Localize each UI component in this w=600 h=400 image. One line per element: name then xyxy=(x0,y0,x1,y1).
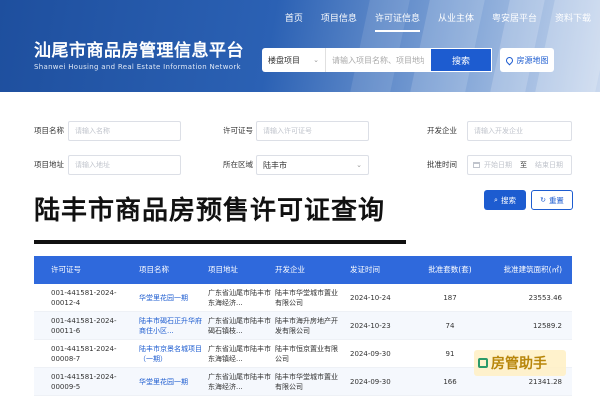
cell-area: 21341.28 xyxy=(528,377,562,386)
search-icon: ⌕ xyxy=(494,195,498,204)
column-header: 发证时间 xyxy=(350,265,380,274)
table-row: 001-441581-2024-00011-6 陆丰市碣石正升华府商住小区...… xyxy=(34,312,572,340)
cell-issue-date: 2024-09-30 xyxy=(350,349,391,358)
column-header: 许可证号 xyxy=(51,265,81,274)
column-header: 批准建筑面积(㎡) xyxy=(503,265,562,274)
search-type-select[interactable]: 楼盘项目 ⌄ xyxy=(262,48,326,72)
nav-home[interactable]: 首页 xyxy=(276,12,312,26)
filter-reset-label: 重置 xyxy=(548,195,564,205)
overlay-title: 陆丰市商品房预售许可证查询 xyxy=(34,196,386,226)
cell-area: 12589.2 xyxy=(533,321,562,330)
filter-reset-button[interactable]: ↻ 重置 xyxy=(531,190,573,210)
nav-yueanju-platform[interactable]: 粤安居平台 xyxy=(483,12,546,26)
table-row: 001-441581-2024-00012-4 华堂里花园一期 广东省汕尾市陆丰… xyxy=(34,284,572,312)
cell-address: 广东省汕尾市陆丰市东海镇经... xyxy=(208,344,271,363)
calendar-icon xyxy=(473,162,480,168)
cell-units: 91 xyxy=(445,349,455,358)
chevron-down-icon: ⌄ xyxy=(313,56,319,64)
cell-project-name-link[interactable]: 华堂里花园一期 xyxy=(139,293,208,303)
project-name-label: 项目名称 xyxy=(34,126,64,135)
filter-row: 项目名称 许可证号 开发企业 xyxy=(0,120,600,142)
chevron-down-icon: ⌄ xyxy=(356,161,362,169)
cell-issue-date: 2024-10-24 xyxy=(350,293,391,302)
refresh-icon: ↻ xyxy=(540,196,546,204)
header-search-button[interactable]: 搜索 xyxy=(430,48,492,72)
watermark-badge: 房管助手 xyxy=(474,350,566,376)
region-select[interactable]: 陆丰市 ⌄ xyxy=(256,155,369,175)
filter-search-label: 搜索 xyxy=(500,195,516,205)
house-map-button[interactable]: 房源地图 xyxy=(500,48,554,72)
location-pin-icon xyxy=(504,55,514,65)
cell-license-no: 001-441581-2024-00009-5 xyxy=(51,372,117,391)
date-separator: 至 xyxy=(520,161,527,169)
site-title: 汕尾市商品房管理信息平台 xyxy=(34,41,244,61)
developer-label: 开发企业 xyxy=(427,126,457,135)
cell-license-no: 001-441581-2024-00008-7 xyxy=(51,344,117,363)
column-header: 开发企业 xyxy=(275,265,305,274)
cell-units: 166 xyxy=(443,377,457,386)
header-search-bar: 楼盘项目 ⌄ 搜索 房源地图 xyxy=(262,48,554,72)
site-subtitle: Shanwei Housing and Real Estate Informat… xyxy=(34,63,241,71)
cell-issue-date: 2024-09-30 xyxy=(350,377,391,386)
cell-developer: 陆丰市华堂城市置业有限公司 xyxy=(275,288,338,307)
nav-license-info[interactable]: 许可证信息 xyxy=(366,12,429,32)
header-banner: 汕尾市商品房管理信息平台 Shanwei Housing and Real Es… xyxy=(0,0,600,92)
start-date-placeholder[interactable]: 开始日期 xyxy=(484,160,512,170)
watermark-text: 房管助手 xyxy=(491,356,547,372)
column-header: 项目名称 xyxy=(139,265,169,274)
column-header: 项目地址 xyxy=(208,265,238,274)
cell-units: 187 xyxy=(443,293,457,302)
filter-row: 项目地址 所在区域 陆丰市 ⌄ 批准时间 开始日期 至 结束日期 xyxy=(0,154,600,176)
cell-project-name-link[interactable]: 陆丰市京景名城项目（一期） xyxy=(139,344,208,364)
cell-address: 广东省汕尾市陆丰市碣石镇枝... xyxy=(208,316,271,335)
end-date-placeholder[interactable]: 结束日期 xyxy=(535,160,563,170)
top-navigation: 首页 项目信息 许可证信息 从业主体 粤安居平台 资料下载 xyxy=(276,12,600,32)
cell-developer: 陆丰市华堂城市置业有限公司 xyxy=(275,372,338,391)
cell-issue-date: 2024-10-23 xyxy=(350,321,391,330)
region-label: 所在区域 xyxy=(223,160,253,169)
developer-input[interactable] xyxy=(467,121,572,141)
nav-downloads[interactable]: 资料下载 xyxy=(546,12,600,26)
search-input[interactable] xyxy=(326,48,430,72)
license-no-label: 许可证号 xyxy=(223,126,253,135)
cell-address: 广东省汕尾市陆丰市东海经济... xyxy=(208,288,271,307)
cell-license-no: 001-441581-2024-00012-4 xyxy=(51,288,117,307)
cell-license-no: 001-441581-2024-00011-6 xyxy=(51,316,117,335)
column-header: 批准套数(套) xyxy=(428,265,472,274)
cell-developer: 陆丰市恒京置业有限公司 xyxy=(275,344,338,363)
house-icon xyxy=(478,358,488,368)
project-name-input[interactable] xyxy=(68,121,181,141)
project-address-input[interactable] xyxy=(68,155,181,175)
search-type-value: 楼盘项目 xyxy=(268,55,300,65)
nav-project-info[interactable]: 项目信息 xyxy=(312,12,366,26)
region-value: 陆丰市 xyxy=(263,160,287,170)
approval-date-range[interactable]: 开始日期 至 结束日期 xyxy=(467,155,572,175)
approval-time-label: 批准时间 xyxy=(427,160,457,169)
project-address-label: 项目地址 xyxy=(34,160,64,169)
cell-project-name-link[interactable]: 陆丰市碣石正升华府商住小区... xyxy=(139,316,208,336)
cell-address: 广东省汕尾市陆丰市东海经济... xyxy=(208,372,271,391)
overlay-title-underline xyxy=(34,240,406,244)
cell-units: 74 xyxy=(445,321,455,330)
cell-developer: 陆丰市海升房地产开发有限公司 xyxy=(275,316,338,335)
nav-practitioners[interactable]: 从业主体 xyxy=(429,12,483,26)
cell-area: 23553.46 xyxy=(528,293,562,302)
cell-project-name-link[interactable]: 华堂里花园一期 xyxy=(139,377,208,387)
house-map-label: 房源地图 xyxy=(516,55,549,65)
filter-search-button[interactable]: ⌕ 搜索 xyxy=(484,190,526,210)
table-header: 许可证号 项目名称 项目地址 开发企业 发证时间 批准套数(套) 批准建筑面积(… xyxy=(34,256,572,284)
license-no-input[interactable] xyxy=(256,121,369,141)
